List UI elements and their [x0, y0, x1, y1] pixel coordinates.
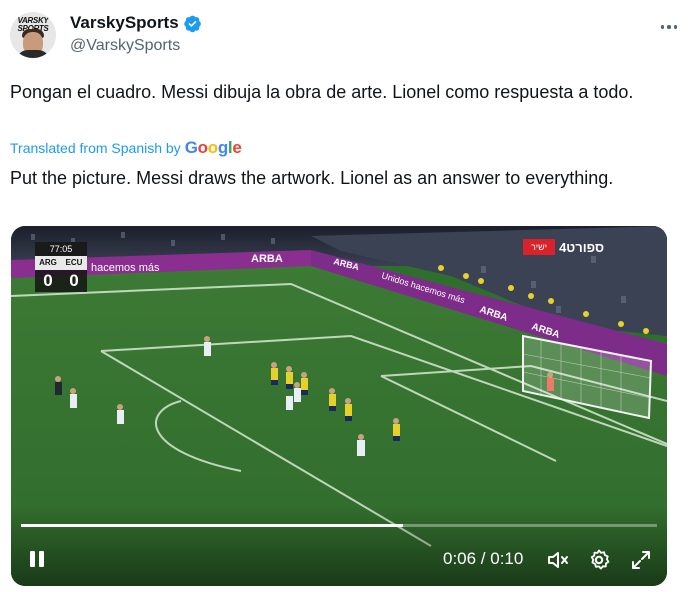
progress-fill: [21, 524, 403, 527]
home-goals: 0: [43, 271, 53, 290]
tweet-text: Pongan el cuadro. Messi dibuja la obra d…: [10, 82, 634, 102]
display-name[interactable]: VarskySports: [70, 13, 179, 33]
time-readout: 0:06 / 0:10: [443, 549, 524, 568]
ad-board-text: hacemos más: [91, 262, 160, 274]
away-goals: 0: [69, 271, 79, 290]
more-options-icon[interactable]: [658, 16, 680, 38]
fullscreen-icon[interactable]: [629, 548, 653, 572]
score-goals: 0 0: [35, 270, 87, 292]
match-clock: 77:05: [35, 242, 87, 256]
ad-board-text: ARBA: [251, 253, 283, 265]
live-label: ישיר: [523, 239, 556, 255]
scoreboard: 77:05 ARG ECU 0 0: [35, 242, 87, 294]
verified-badge-icon: [183, 15, 201, 32]
translated-label: Translated from Spanish by: [10, 140, 181, 156]
settings-icon[interactable]: [587, 548, 611, 572]
google-logo: Google: [184, 138, 242, 157]
channel-logo: 4ספורט: [559, 239, 605, 255]
tweet-header: VARSKY SPORTS VarskySports @VarskySports: [10, 10, 680, 60]
channel-badge: ישיר 4ספורט: [523, 238, 604, 256]
away-team: ECU: [65, 258, 83, 267]
avatar[interactable]: VARSKY SPORTS: [10, 12, 56, 58]
user-handle[interactable]: @VarskySports: [70, 37, 180, 55]
volume-muted-icon[interactable]: [546, 548, 570, 572]
translation-attribution[interactable]: Translated from Spanish by Google: [10, 138, 242, 158]
tweet-translation: Put the picture. Messi draws the artwork…: [10, 168, 614, 188]
home-team: ARG: [39, 258, 57, 267]
progress-bar[interactable]: [21, 524, 657, 527]
pause-icon[interactable]: [27, 549, 47, 569]
video-player[interactable]: hacemos más ARBA ARBA Unidos hacemos más…: [11, 226, 667, 586]
score-teams: ARG ECU: [35, 256, 87, 270]
name-row: VarskySports: [70, 13, 202, 33]
